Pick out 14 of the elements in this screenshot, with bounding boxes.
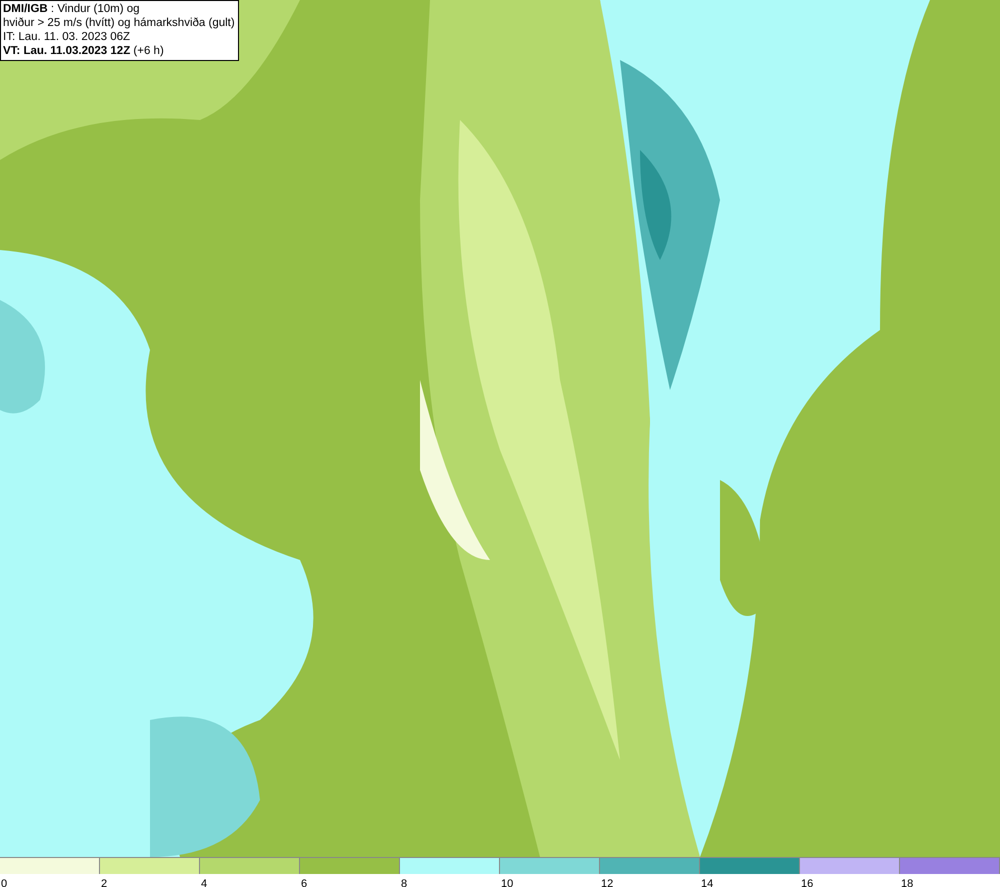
legend-tick-label: 2 [100, 878, 108, 887]
title-line: DMI/IGB : Vindur (10m) og [3, 2, 141, 16]
legend-tick-label: 18 [900, 878, 914, 887]
legend-tick-label: 0 [0, 878, 8, 887]
legend-tick-label: 12 [600, 878, 614, 887]
legend-tick-label: 6 [300, 878, 308, 887]
title-line: VT: Lau. 11.03.2023 12Z (+6 h) [3, 44, 165, 58]
title-line: IT: Lau. 11. 03. 2023 06Z [3, 30, 132, 44]
legend-tick-label: 14 [700, 878, 714, 887]
legend-tick-label: 16 [800, 878, 814, 887]
legend-tick-label: 10 [500, 878, 514, 887]
legend-tick-label: 4 [200, 878, 208, 887]
title-line: hviður > 25 m/s (hvítt) og hámarkshviða (gult) [3, 16, 235, 30]
legend-tick-label: 8 [400, 878, 408, 887]
